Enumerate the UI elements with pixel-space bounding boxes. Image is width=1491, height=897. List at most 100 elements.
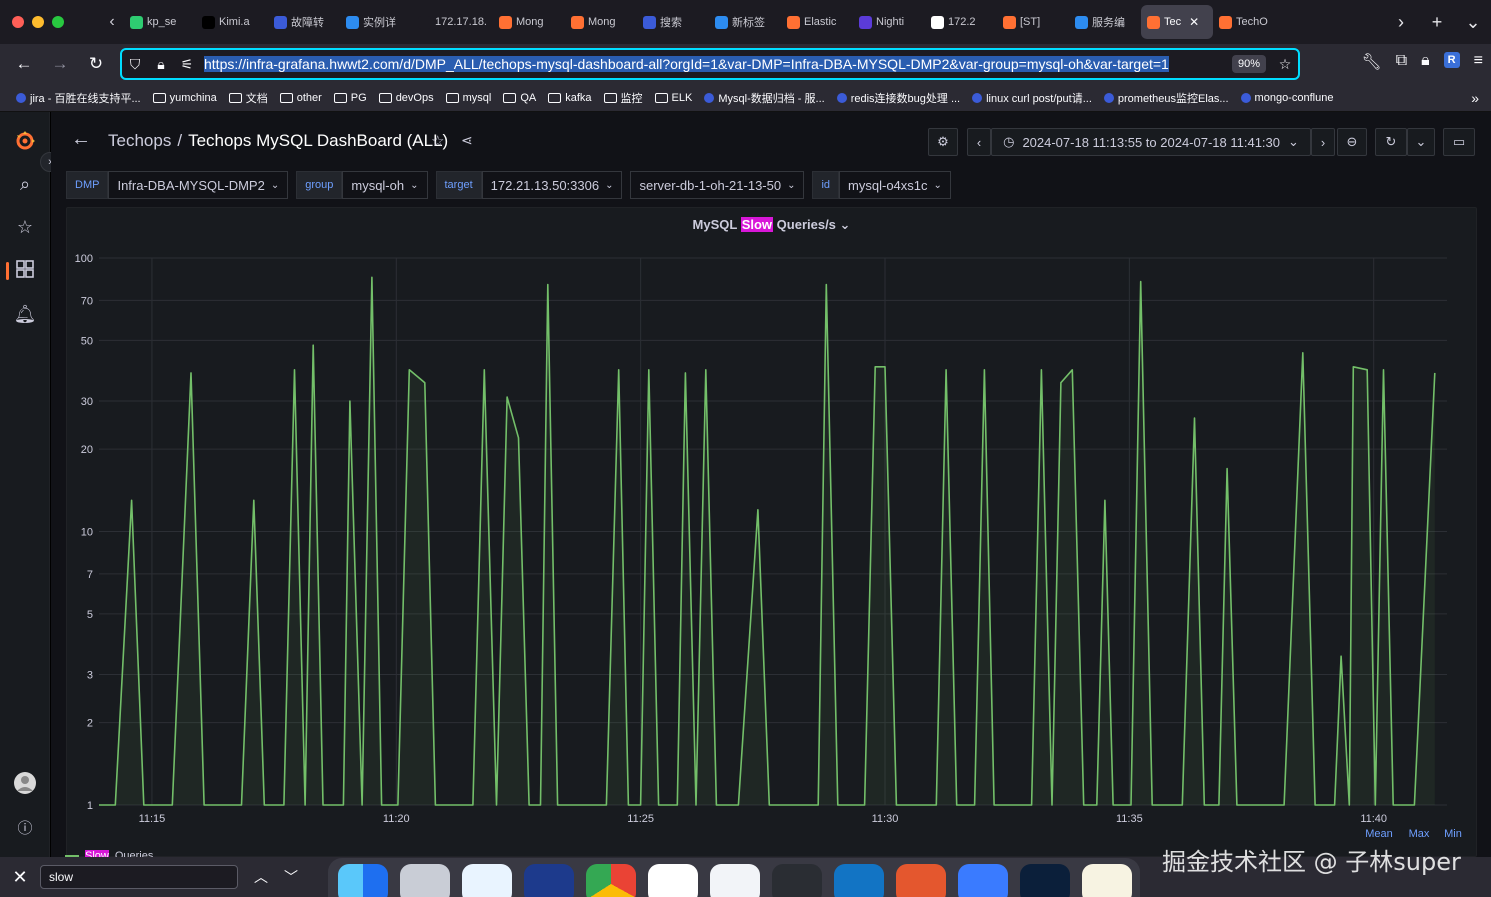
browser-tab[interactable]: Kimi.a	[196, 5, 268, 39]
browser-tab[interactable]: Mong	[493, 5, 565, 39]
close-window-button[interactable]	[12, 16, 24, 28]
outlook-app-icon[interactable]	[834, 864, 884, 897]
chrome-app-icon[interactable]	[586, 864, 636, 897]
variable-dropdown[interactable]: mysql-oh ⌄	[342, 171, 428, 199]
lock-icon[interactable]: 🔒︎	[1421, 52, 1430, 72]
back-arrow-icon[interactable]: ←	[71, 128, 91, 151]
slow-queries-chart[interactable]: 1 2 3 5 7 10 20 30 50 70 100 11:15 11:20 11:25 11:30 11…	[67, 208, 1478, 858]
browser-tab[interactable]: Nighti	[853, 5, 925, 39]
breadcrumb-folder-link[interactable]: Techops	[108, 131, 171, 151]
variable-dropdown[interactable]: 172.21.13.50:3306 ⌄	[481, 171, 623, 199]
vscode-app-icon[interactable]	[710, 864, 760, 897]
url-bar[interactable]: ⛉ 🔒︎ ⚟ https://infra-grafana.hwwt2.com/d…	[120, 48, 1300, 80]
bookmark-item[interactable]: devOps	[378, 92, 434, 104]
time-shift-back-chevron-icon[interactable]: ‹	[967, 128, 991, 156]
lock-icon[interactable]: 🔒︎	[148, 56, 174, 73]
wrench-icon[interactable]: 🔧︎	[1361, 52, 1381, 72]
permissions-icon[interactable]: ⚟	[174, 56, 200, 73]
mark-favorite-star-icon[interactable]: ☆	[431, 132, 444, 150]
dashboard-settings-gear-icon[interactable]: ⚙	[928, 128, 958, 156]
browser-tab[interactable]: Mong	[565, 5, 637, 39]
share-icon[interactable]: ⋖	[461, 132, 473, 149]
shield-icon[interactable]: ⛉	[122, 56, 148, 73]
variable-dropdown[interactable]: mysql-o4xs1c ⌄	[839, 171, 951, 199]
starred-star-icon[interactable]: ☆	[0, 217, 50, 238]
tab-scroll-right-icon[interactable]: ›	[1383, 12, 1419, 33]
search-icon[interactable]: ⌕	[0, 174, 50, 195]
close-find-icon[interactable]: ✕	[0, 867, 40, 888]
forward-arrow-icon[interactable]: →	[42, 54, 78, 74]
more-bookmarks-chevron-icon[interactable]: »	[1471, 90, 1479, 106]
time-shift-forward-chevron-icon[interactable]: ›	[1311, 128, 1335, 156]
time-range-picker[interactable]: ◷ 2024-07-18 11:13:55 to 2024-07-18 11:4…	[991, 128, 1311, 156]
zoom-window-button[interactable]	[52, 16, 64, 28]
notes-app-icon[interactable]	[1082, 864, 1132, 897]
terminal-app-icon[interactable]	[1020, 864, 1070, 897]
firefox-app-icon[interactable]	[524, 864, 574, 897]
browser-tab[interactable]: Tec ✕	[1141, 5, 1213, 39]
panel-menu-chevron-icon[interactable]: ⌄	[840, 217, 851, 232]
bookmark-item[interactable]: linux curl post/put请...	[972, 90, 1092, 106]
browser-tab[interactable]: 故障转	[268, 5, 340, 39]
extension-r-icon[interactable]: R	[1443, 52, 1460, 68]
help-icon[interactable]: ⓘ	[0, 817, 50, 838]
bookmark-item[interactable]: PG	[333, 92, 367, 104]
browser-tab[interactable]: 新标签	[709, 5, 781, 39]
browser-tab[interactable]: kp_se	[124, 5, 196, 39]
grafana-logo-icon[interactable]	[0, 130, 50, 157]
user-avatar[interactable]	[0, 772, 50, 799]
launchpad-app-icon[interactable]	[400, 864, 450, 897]
browser-tab[interactable]: TechO	[1213, 5, 1285, 39]
close-tab-icon[interactable]: ✕	[1189, 15, 1199, 29]
refresh-icon[interactable]: ↻	[1375, 128, 1407, 156]
bookmark-star-icon[interactable]: ☆	[1272, 56, 1298, 73]
bookmark-item[interactable]: redis连接数bug处理 ...	[836, 90, 960, 106]
reload-icon[interactable]: ↻	[78, 54, 114, 74]
git-app-icon[interactable]	[896, 864, 946, 897]
bookmark-item[interactable]: QA	[503, 92, 536, 104]
extensions-icon[interactable]: ⧉	[1396, 52, 1407, 72]
new-tab-plus-icon[interactable]: +	[1419, 12, 1455, 33]
bookmark-item[interactable]: ELK	[654, 92, 692, 104]
browser-tab[interactable]: 服务编	[1069, 5, 1141, 39]
bookmark-item[interactable]: 监控	[603, 90, 643, 106]
list-all-tabs-chevron-icon[interactable]: ⌄	[1455, 12, 1491, 33]
browser-tab[interactable]: 实例详	[340, 5, 412, 39]
dashboards-grid-icon[interactable]	[0, 260, 50, 283]
browser-tab[interactable]: 172.17.18.	[412, 5, 493, 39]
refresh-interval-chevron-icon[interactable]: ⌄	[1407, 128, 1435, 156]
zoom-out-icon[interactable]: ⊖	[1337, 128, 1367, 156]
bookmark-item[interactable]: prometheus监控Elas...	[1103, 90, 1229, 106]
zoom-level-badge[interactable]: 90%	[1231, 55, 1266, 73]
bookmark-item[interactable]: jira - 百胜在线支持平...	[16, 90, 141, 106]
find-next-icon[interactable]: ﹀	[276, 867, 306, 887]
panel-title[interactable]: MySQL Slow Queries/s ⌄	[67, 217, 1476, 233]
lark-app-icon[interactable]	[648, 864, 698, 897]
tab-scroll-left-icon[interactable]: ‹	[100, 13, 124, 31]
find-previous-icon[interactable]: ︿	[246, 867, 276, 887]
bookmark-item[interactable]: other	[279, 92, 322, 104]
variable-dropdown[interactable]: server-db-1-oh-21-13-50 ⌄	[630, 171, 805, 199]
browser-tab[interactable]: 搜索	[637, 5, 709, 39]
browser-tab[interactable]: Elastic	[781, 5, 853, 39]
bookmark-item[interactable]: mysql	[445, 92, 491, 104]
alerting-bell-icon[interactable]: 🔔︎	[0, 304, 50, 325]
bookmark-item[interactable]: yumchina	[152, 92, 217, 104]
browser-tab[interactable]: 172.2	[925, 5, 997, 39]
browser-tab[interactable]: [ST]	[997, 5, 1069, 39]
find-input[interactable]: slow	[40, 865, 238, 889]
bookmark-item[interactable]: kafka	[548, 92, 592, 104]
url-text[interactable]: https://infra-grafana.hwwt2.com/d/DMP_AL…	[200, 56, 1232, 72]
bookmark-item[interactable]: mongo-conflune	[1240, 92, 1333, 104]
minimize-window-button[interactable]	[32, 16, 44, 28]
notes-edit-app-icon[interactable]	[958, 864, 1008, 897]
finder-app-icon[interactable]	[338, 864, 388, 897]
tv-mode-monitor-icon[interactable]: ▭	[1443, 128, 1475, 156]
bookmark-item[interactable]: 文档	[228, 90, 268, 106]
back-arrow-icon[interactable]: ←	[6, 54, 42, 74]
slow-queries-panel[interactable]: 1 2 3 5 7 10 20 30 50 70 100 11:15 11:20 11:25 11:30 11…	[66, 207, 1477, 857]
bookmark-item[interactable]: Mysql-数据归档 - 服...	[704, 90, 825, 106]
activity-monitor-app-icon[interactable]	[772, 864, 822, 897]
variable-dropdown[interactable]: Infra-DBA-MYSQL-DMP2 ⌄	[108, 171, 289, 199]
safari-app-icon[interactable]	[462, 864, 512, 897]
